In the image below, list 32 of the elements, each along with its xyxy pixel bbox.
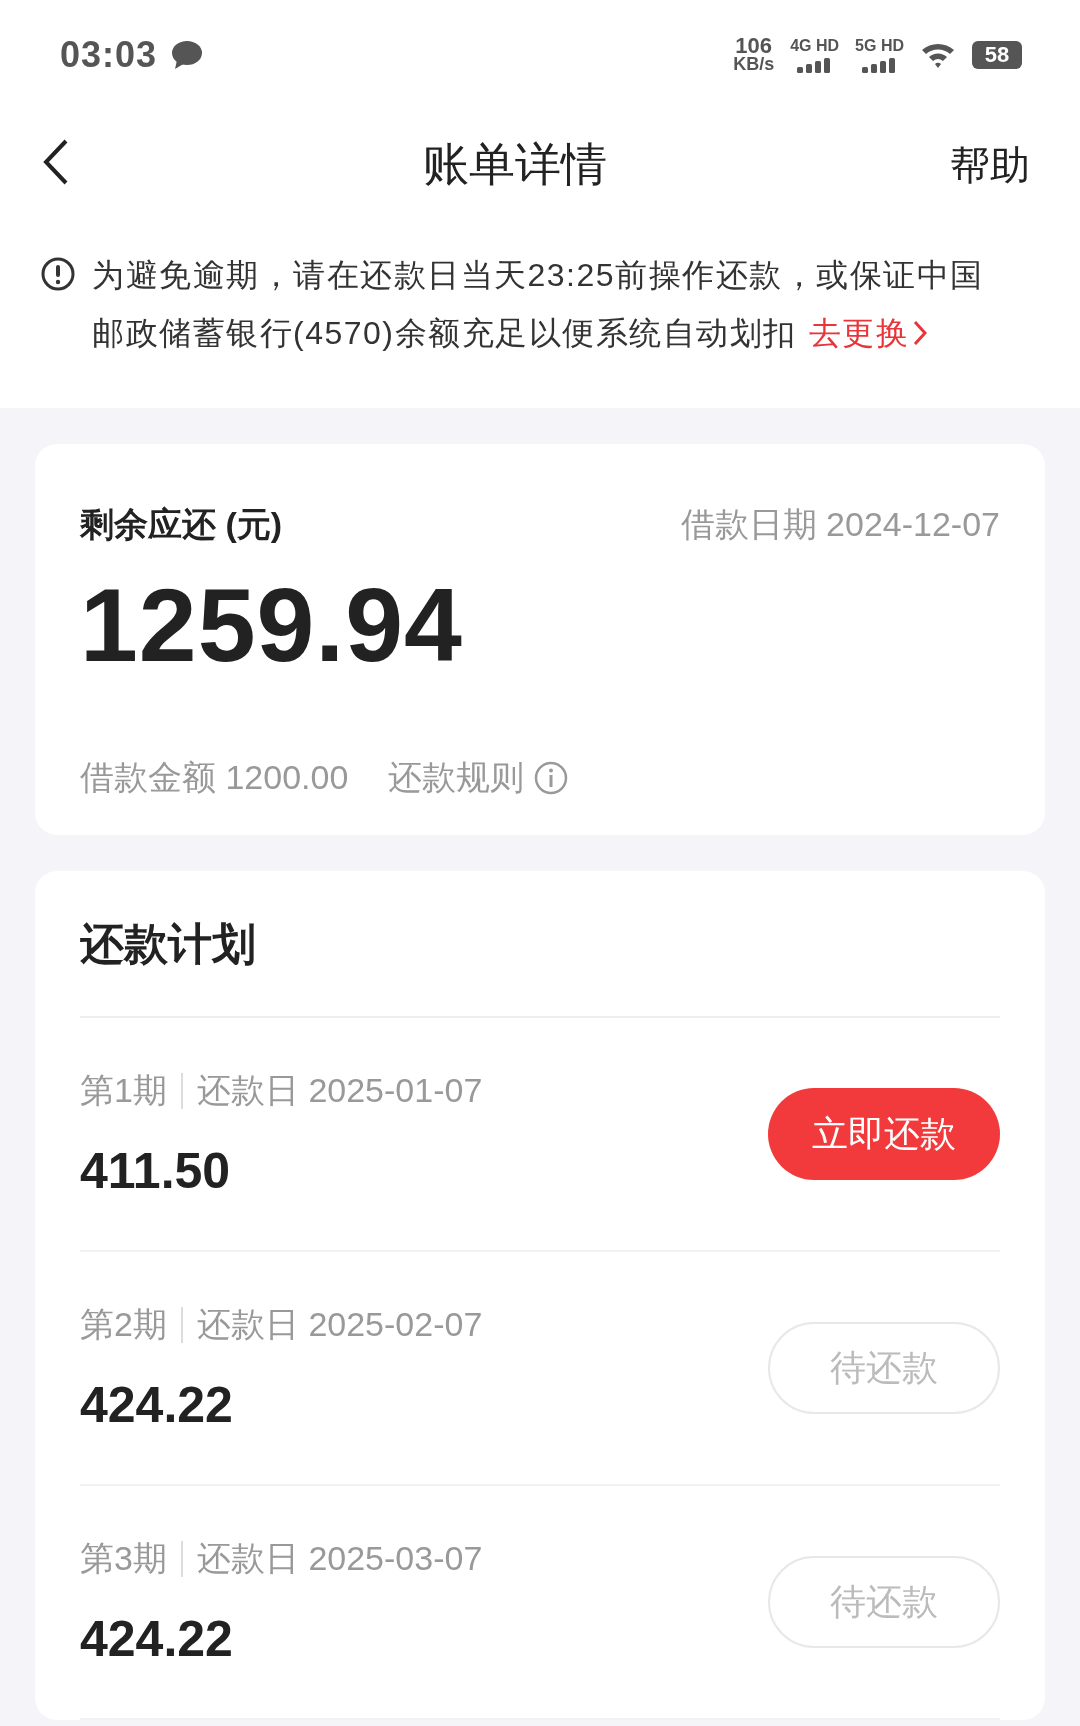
- repayment-rules-link[interactable]: 还款规则: [388, 755, 569, 801]
- change-link[interactable]: 去更换: [808, 304, 927, 362]
- plan-title: 还款计划: [80, 915, 1000, 1018]
- status-time: 03:03: [60, 34, 158, 76]
- info-icon: [534, 761, 569, 795]
- speed-unit: KB/s: [733, 55, 775, 73]
- network-speed: 106: [735, 37, 773, 55]
- signal-icon: [796, 57, 833, 73]
- installment-amount: 424.22: [80, 1376, 234, 1434]
- message-icon: [171, 40, 204, 70]
- loan-amount: 借款金额 1200.00: [80, 757, 349, 798]
- installment-amount: 411.50: [80, 1142, 232, 1200]
- notice-text: 为避免逾期，请在还款日当天23:25前操作还款，或保证中国邮政储蓄银行(4570)余额充足以便系统自动划扣 去更换: [92, 246, 1012, 362]
- network-label: 4G HD: [790, 37, 840, 55]
- installment-amount: 424.22: [80, 1610, 234, 1668]
- due-date: 还款日 2025-01-07: [196, 1070, 483, 1111]
- chevron-right-icon: [913, 320, 927, 346]
- warning-icon: [40, 256, 76, 292]
- period-label: 第2期: [80, 1304, 167, 1345]
- period-label: 第1期: [80, 1070, 167, 1111]
- page-title: 账单详情: [423, 137, 607, 192]
- help-button[interactable]: 帮助: [950, 137, 1030, 193]
- battery-level: 58: [972, 41, 1022, 69]
- due-date: 还款日 2025-02-07: [196, 1304, 483, 1345]
- due-date: 还款日 2025-03-07: [196, 1538, 483, 1579]
- loan-date: 借款日期 2024-12-07: [680, 504, 1000, 545]
- period-label: 第3期: [80, 1538, 167, 1579]
- remaining-label: 剩余应还 (元): [80, 504, 283, 545]
- remaining-amount: 1259.94: [80, 566, 464, 685]
- signal-icon: [861, 57, 898, 73]
- pay-now-button[interactable]: 立即还款: [768, 1088, 1000, 1180]
- network-label: 5G HD: [855, 37, 904, 55]
